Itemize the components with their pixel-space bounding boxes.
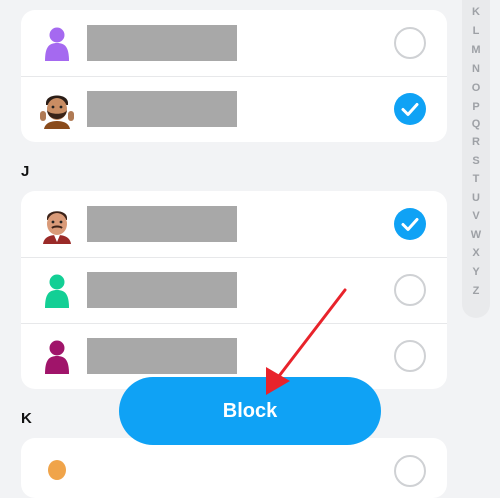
contact-row[interactable]: [21, 191, 447, 257]
index-letter[interactable]: M: [462, 43, 490, 57]
select-checkbox[interactable]: [394, 27, 426, 59]
green-silhouette-icon: [37, 270, 77, 310]
index-letter[interactable]: V: [462, 209, 490, 223]
select-checkbox-checked[interactable]: [394, 93, 426, 125]
contact-row[interactable]: [21, 438, 447, 498]
index-letter[interactable]: O: [462, 81, 490, 95]
index-letter[interactable]: R: [462, 135, 490, 149]
index-letter[interactable]: Y: [462, 265, 490, 279]
index-letter[interactable]: Z: [462, 284, 490, 298]
index-letter[interactable]: S: [462, 154, 490, 168]
index-letter[interactable]: K: [462, 5, 490, 19]
redacted-contact-name: [87, 25, 237, 61]
index-letter[interactable]: U: [462, 191, 490, 205]
section-header-j: J: [21, 163, 30, 180]
redacted-contact-name: [87, 91, 237, 127]
bitmoji-bearded-man-icon: [37, 89, 77, 129]
redacted-contact-name: [87, 338, 237, 374]
purple-silhouette-icon: [37, 23, 77, 63]
orange-avatar-icon: [37, 456, 77, 496]
select-checkbox-checked[interactable]: [394, 208, 426, 240]
index-letter[interactable]: X: [462, 246, 490, 260]
contact-row[interactable]: [21, 10, 447, 76]
block-button[interactable]: Block: [119, 377, 381, 445]
select-checkbox[interactable]: [394, 455, 426, 487]
index-letter[interactable]: P: [462, 100, 490, 114]
index-letter[interactable]: L: [462, 24, 490, 38]
select-checkbox[interactable]: [394, 340, 426, 372]
index-letter[interactable]: T: [462, 172, 490, 186]
index-letter[interactable]: Q: [462, 117, 490, 131]
index-letter[interactable]: N: [462, 62, 490, 76]
contact-row[interactable]: [21, 76, 447, 142]
redacted-contact-name: [87, 206, 237, 242]
contact-row[interactable]: [21, 257, 447, 323]
index-letter[interactable]: W: [462, 228, 490, 242]
checkmark-icon: [401, 218, 419, 231]
redacted-contact-name: [87, 272, 237, 308]
contact-card-k: [21, 438, 447, 498]
contact-card-top: [21, 10, 447, 142]
select-checkbox[interactable]: [394, 274, 426, 306]
bitmoji-mustache-man-icon: [37, 204, 77, 244]
checkmark-icon: [401, 103, 419, 116]
section-header-k: K: [21, 410, 32, 427]
contact-card-j: [21, 191, 447, 389]
magenta-silhouette-icon: [37, 336, 77, 376]
alphabet-index[interactable]: K L M N O P Q R S T U V W X Y Z: [462, 0, 490, 318]
